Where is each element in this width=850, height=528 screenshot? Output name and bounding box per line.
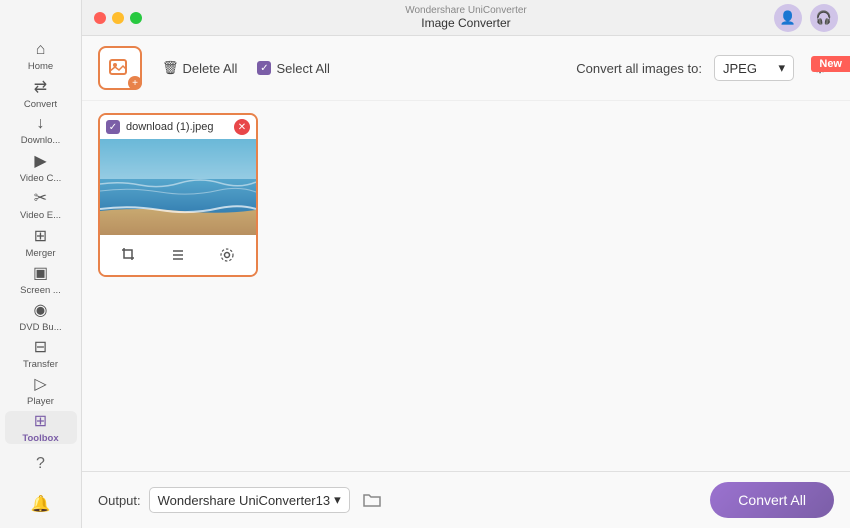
content-area: ✓ download (1).jpeg ✕ <box>82 101 850 471</box>
sidebar-item-label: Convert <box>24 99 57 110</box>
chevron-down-icon: ▾ <box>334 492 341 508</box>
player-icon: ▷ <box>34 374 46 394</box>
delete-all-button[interactable]: 🗑 Delete All <box>154 56 245 80</box>
toolbox-icon: ⊞ <box>34 411 47 431</box>
sidebar-item-download[interactable]: ↓ Downlo... <box>5 114 77 147</box>
trash-icon: 🗑 <box>162 60 179 76</box>
sidebar-item-label: Toolbox <box>22 433 58 444</box>
user-icon[interactable]: 👤 <box>774 4 802 32</box>
close-button[interactable] <box>94 12 106 24</box>
sidebar-item-video-compress[interactable]: ▶ Video C... <box>5 151 77 184</box>
download-icon: ↓ <box>37 115 45 133</box>
crop-action-button[interactable] <box>115 241 143 269</box>
add-image-icon <box>109 57 131 79</box>
chevron-down-icon: ▾ <box>778 60 785 76</box>
sidebar-item-label: Player <box>27 396 54 407</box>
sidebar-item-video-edit[interactable]: ✂ Video E... <box>5 188 77 221</box>
video-edit-icon: ✂ <box>34 188 47 208</box>
video-compress-icon: ▶ <box>34 151 46 171</box>
select-all-label[interactable]: ✓ Select All <box>257 61 329 76</box>
window-title: Wondershare UniConverter Image Converter <box>405 5 527 30</box>
convert-label: Convert all images to: <box>576 61 702 76</box>
convert-all-button[interactable]: Convert All <box>710 482 834 518</box>
info-action-button[interactable] <box>164 241 192 269</box>
sidebar-item-label: DVD Bu... <box>19 322 61 333</box>
traffic-lights <box>94 12 142 24</box>
preview-image <box>100 139 256 235</box>
image-item-header: ✓ download (1).jpeg ✕ <box>100 115 256 139</box>
output-label: Output: <box>98 493 141 508</box>
help-button[interactable]: ? <box>25 448 57 480</box>
image-remove-button[interactable]: ✕ <box>234 119 250 135</box>
sidebar-bottom: ? 🔔 <box>25 448 57 520</box>
plus-badge: + <box>128 76 142 90</box>
sidebar-item-label: Transfer <box>23 359 58 370</box>
sidebar-item-label: Merger <box>25 248 55 259</box>
convert-icon: ⇄ <box>34 77 47 97</box>
folder-icon <box>363 492 381 508</box>
sidebar-item-label: Screen ... <box>20 285 61 296</box>
notification-button[interactable]: 🔔 <box>25 488 57 520</box>
sidebar-item-convert[interactable]: ⇄ Convert <box>5 77 77 110</box>
sidebar-item-label: Downlo... <box>21 135 61 146</box>
sidebar-item-dvd[interactable]: ◉ DVD Bu... <box>5 300 77 333</box>
footer: Output: Wondershare UniConverter13 ▾ Con… <box>82 471 850 528</box>
sidebar-item-screen[interactable]: ▣ Screen ... <box>5 263 77 296</box>
sidebar-item-toolbox[interactable]: ⊞ Toolbox <box>5 411 77 444</box>
image-actions <box>100 235 256 275</box>
merger-icon: ⊞ <box>34 226 47 246</box>
image-preview <box>100 139 256 235</box>
sidebar-item-label: Home <box>28 61 53 72</box>
transfer-icon: ⊟ <box>34 337 47 357</box>
main-panel: Wondershare UniConverter Image Converter… <box>82 0 850 528</box>
select-all-checkbox[interactable]: ✓ <box>257 61 271 75</box>
new-badge: New <box>811 56 850 72</box>
sidebar-item-label: Video E... <box>20 210 61 221</box>
top-right-controls: 👤 🎧 <box>774 4 838 32</box>
toolbar: + 🗑 Delete All ✓ Select All Convert all … <box>82 36 850 101</box>
list-icon <box>170 247 186 263</box>
sidebar-item-home[interactable]: ⌂ Home <box>5 40 77 73</box>
browse-folder-button[interactable] <box>358 486 386 514</box>
format-dropdown[interactable]: JPEG ▾ <box>714 55 794 81</box>
image-checkbox[interactable]: ✓ <box>106 120 120 134</box>
dvd-icon: ◉ <box>34 300 48 320</box>
crop-icon <box>121 247 137 263</box>
maximize-button[interactable] <box>130 12 142 24</box>
support-icon[interactable]: 🎧 <box>810 4 838 32</box>
home-icon: ⌂ <box>36 41 46 59</box>
sidebar-item-label: Video C... <box>20 173 62 184</box>
image-item: ✓ download (1).jpeg ✕ <box>98 113 258 277</box>
add-image-button[interactable]: + <box>98 46 142 90</box>
output-path-dropdown[interactable]: Wondershare UniConverter13 ▾ <box>149 487 350 513</box>
window-chrome: Wondershare UniConverter Image Converter… <box>82 0 850 36</box>
sidebar: ⌂ Home ⇄ Convert ↓ Downlo... ▶ Video C..… <box>0 0 82 528</box>
sidebar-item-merger[interactable]: ⊞ Merger <box>5 225 77 258</box>
screen-icon: ▣ <box>33 263 48 283</box>
sidebar-item-transfer[interactable]: ⊟ Transfer <box>5 337 77 370</box>
sidebar-item-player[interactable]: ▷ Player <box>5 374 77 407</box>
image-filename: download (1).jpeg <box>126 121 228 133</box>
settings-action-button[interactable] <box>213 241 241 269</box>
gear-icon <box>219 247 235 263</box>
minimize-button[interactable] <box>112 12 124 24</box>
